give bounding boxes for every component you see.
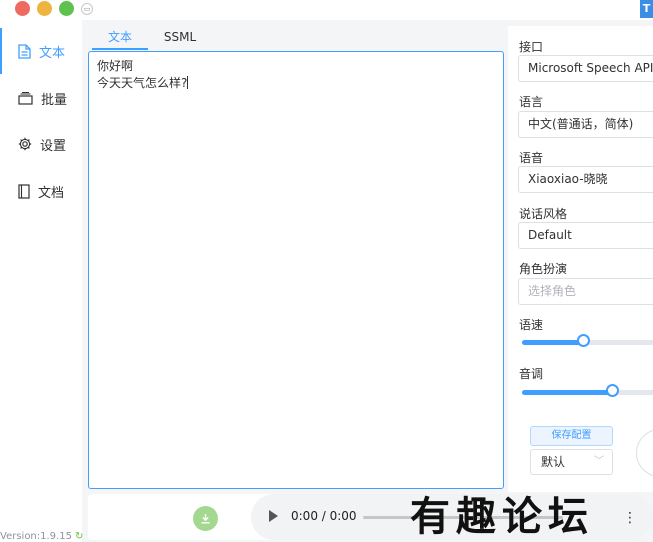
gear-icon [18,137,32,151]
sidebar: 文本 批量 设置 文档 Version:1.9.15 ↻ [0,20,84,542]
text-line: 今天天气怎么样? [97,76,188,90]
sidebar-item-settings[interactable]: 设置 [0,121,82,167]
sidebar-item-text[interactable]: 文本 [0,28,82,74]
stack-icon [18,91,33,105]
preset-value: 默认 [541,455,566,469]
voice-label: 语音 [519,151,544,165]
rate-label: 语速 [519,318,544,332]
style-label: 说话风格 [519,207,568,221]
rate-slider[interactable] [522,334,653,347]
sidebar-item-batch[interactable]: 批量 [0,75,82,121]
pitch-slider-thumb[interactable] [606,384,620,397]
version-label: Version:1.9.15 ↻ [0,531,84,542]
close-window-button[interactable] [15,1,30,16]
book-icon [18,183,30,199]
sidebar-item-docs[interactable]: 文档 [0,168,82,214]
text-caret [187,76,189,89]
editor-panel: 文本 SSML 你好啊 今天天气怎么样? [86,26,506,492]
maximize-window-button[interactable] [59,1,74,16]
pitch-slider-fill [522,390,613,395]
style-select[interactable]: Default [518,222,653,249]
tab-text[interactable]: 文本 [92,26,148,50]
minimize-window-button[interactable] [37,1,52,16]
editor-tabs: 文本 SSML [86,26,506,50]
refresh-icon[interactable]: ↻ [75,531,83,542]
rate-slider-fill [522,340,583,345]
sidebar-item-label: 设置 [40,138,67,154]
pitch-label: 音调 [519,367,544,381]
text-input-area[interactable]: 你好啊 今天天气怎么样? [88,51,504,489]
api-select[interactable]: Microsoft Speech API [518,55,653,82]
watermark-text: 有趣论坛 [410,493,594,540]
tab-ssml[interactable]: SSML [152,26,208,48]
start-button[interactable] [636,429,653,477]
api-label: 接口 [519,40,544,54]
document-icon [18,43,31,59]
download-icon [201,514,210,524]
chevron-down-icon: ﹀ [594,456,604,467]
rate-slider-thumb[interactable] [576,334,590,347]
title-bar: ▭ T [0,0,653,20]
text-line: 你好啊 [97,59,134,73]
download-button[interactable] [193,506,218,531]
language-select[interactable]: 中文(普通话，简体) [518,111,653,138]
language-label: 语言 [519,95,544,109]
pitch-slider[interactable] [522,384,653,397]
volume-icon[interactable]: ⋮ [623,510,637,526]
role-select[interactable]: 选择角色 [518,278,653,305]
player-time: 0:00 / 0:00 [291,509,357,523]
settings-panel: 接口 Microsoft Speech API 语言 中文(普通话，简体) 语音… [508,26,653,492]
app-badge: T [640,0,653,18]
window-menu-icon[interactable]: ▭ [81,3,93,15]
play-icon[interactable] [269,510,278,522]
voice-select[interactable]: Xiaoxiao-晓晓 [518,166,653,193]
sidebar-item-label: 文档 [38,185,65,201]
preset-select[interactable]: 默认 ﹀ [530,449,613,475]
save-config-button[interactable]: 保存配置 [530,426,613,446]
role-label: 角色扮演 [519,262,568,276]
sidebar-item-label: 批量 [41,92,68,108]
sidebar-item-label: 文本 [39,45,66,61]
